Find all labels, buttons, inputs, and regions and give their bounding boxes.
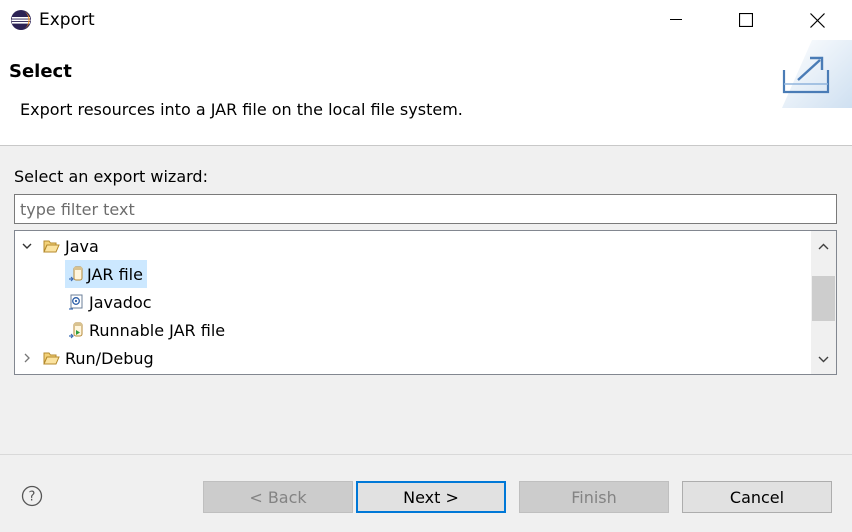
eclipse-icon [10,9,32,31]
close-icon [809,12,825,28]
wizard-tree[interactable]: Java JAR file Javadoc Runnable JAR file … [14,230,837,375]
tree-item-label: JAR file [87,264,143,284]
help-button[interactable]: ? [21,485,43,507]
export-wizard-banner-icon [772,40,852,108]
button-bar-separator [0,454,852,455]
export-wizard-label: Select an export wizard: [14,167,208,186]
tree-item-label: Java [65,236,99,256]
chevron-down-icon [818,356,829,362]
page-description: Export resources into a JAR file on the … [20,100,463,119]
maximize-button[interactable] [711,0,781,40]
runnable-jar-icon [67,321,85,339]
finish-button[interactable]: Finish [519,481,669,513]
next-button[interactable]: Next > [356,481,506,513]
maximize-icon [739,13,753,27]
window-title: Export [39,10,95,30]
minimize-icon [670,19,682,20]
cancel-button[interactable]: Cancel [682,481,832,513]
jar-export-icon [67,265,85,283]
scroll-down-button[interactable] [811,344,836,374]
chevron-down-icon[interactable] [21,240,33,252]
scroll-up-button[interactable] [811,231,836,261]
tree-item-label: Run/Debug [65,348,154,368]
chevron-up-icon [818,243,829,249]
folder-open-icon [42,349,60,367]
tree-item-javadoc[interactable]: Javadoc [67,288,152,316]
back-button[interactable]: < Back [203,481,353,513]
tree-item-java[interactable]: Java [21,232,99,260]
tree-item-label: Runnable JAR file [89,320,226,340]
tree-item-jar-file[interactable]: JAR file [65,260,147,288]
svg-text:?: ? [29,490,36,505]
title-bar: Export [0,0,852,40]
tree-item-run-debug[interactable]: Run/Debug [21,344,154,372]
help-icon: ? [21,485,43,507]
scroll-thumb[interactable] [812,276,835,321]
javadoc-icon [67,293,85,311]
chevron-right-icon[interactable] [21,352,33,364]
folder-open-icon [42,237,60,255]
page-title: Select [9,61,72,82]
close-button[interactable] [782,0,852,40]
tree-scrollbar[interactable] [811,231,836,374]
minimize-button[interactable] [641,0,711,40]
wizard-header: Select Export resources into a JAR file … [0,40,852,146]
tree-item-runnable-jar-file[interactable]: Runnable JAR file [67,316,225,344]
filter-input[interactable] [14,194,837,224]
tree-item-label: Javadoc [89,292,152,312]
